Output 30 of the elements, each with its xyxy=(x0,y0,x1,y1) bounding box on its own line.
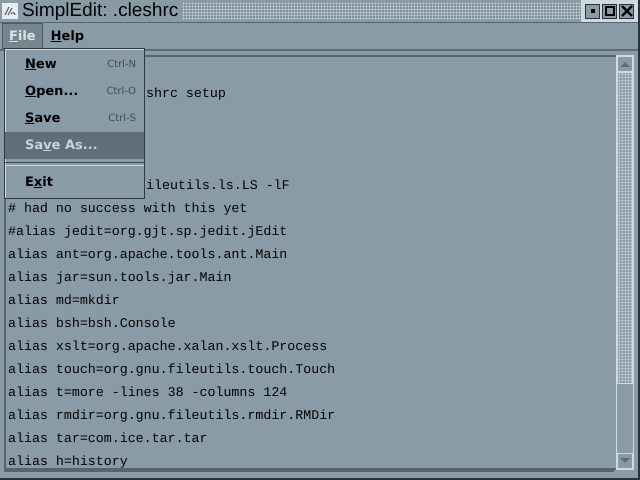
code-line: alias h=history xyxy=(8,454,128,468)
code-line: ileutils.ls.LS -lF xyxy=(146,178,290,193)
menu-item[interactable]: Open... Ctrl-O xyxy=(5,78,144,105)
menu-item[interactable]: New Ctrl-N xyxy=(5,51,144,78)
scroll-down-button[interactable] xyxy=(617,453,633,469)
menu-item[interactable]: Exit xyxy=(5,169,144,196)
code-line: shrc setup xyxy=(146,86,226,101)
scrollbar[interactable] xyxy=(616,55,634,470)
code-line: alias bsh=bsh.Console xyxy=(8,316,176,331)
maximize-button[interactable] xyxy=(602,4,617,18)
code-line: alias md=mkdir xyxy=(8,293,120,308)
minimize-button[interactable] xyxy=(585,4,600,18)
code-line: alias touch=org.gnu.fileutils.touch.Touch xyxy=(8,362,336,377)
down-arrow-icon xyxy=(619,457,631,465)
code-line: #alias jedit=org.gjt.sp.jedit.jEdit xyxy=(8,224,288,239)
code-line: alias t=more -lines 38 -columns 124 xyxy=(8,385,288,400)
code-line: # had no success with this yet xyxy=(8,201,248,216)
scroll-thumb[interactable] xyxy=(617,72,633,384)
code-line: alias jar=sun.tools.jar.Main xyxy=(8,270,232,285)
code-line: alias ant=org.apache.tools.ant.Main xyxy=(8,247,288,262)
code-line: alias xslt=org.apache.xalan.xslt.Process xyxy=(8,339,328,354)
menu-item[interactable]: Save Ctrl-S xyxy=(5,105,144,132)
code-line: alias rmdir=org.gnu.fileutils.rmdir.RMDir xyxy=(8,408,336,423)
app-icon xyxy=(2,3,18,19)
code-line: alias tar=com.ice.tar.tar xyxy=(8,431,208,446)
scroll-up-button[interactable] xyxy=(617,56,633,72)
up-arrow-icon xyxy=(619,60,631,68)
menu-bar-item[interactable]: Help xyxy=(44,23,90,49)
close-button[interactable] xyxy=(619,4,634,18)
window-title: SimplEdit: .cleshrc xyxy=(22,0,182,22)
